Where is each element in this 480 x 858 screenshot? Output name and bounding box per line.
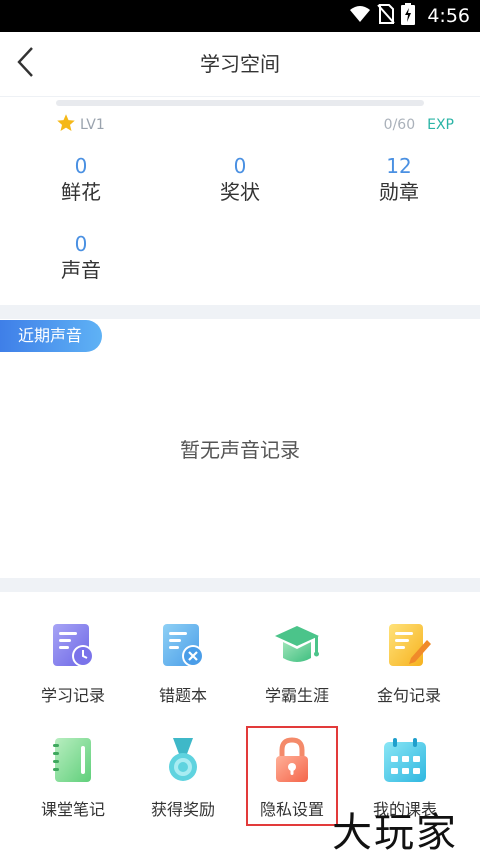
stat-value: 0 <box>74 232 88 256</box>
section-divider <box>0 305 480 319</box>
exp-progress-bar <box>56 100 424 106</box>
study-record-icon <box>49 622 97 670</box>
exp-info: 0/60 EXP <box>384 114 454 136</box>
stat-voices[interactable]: 0 声音 <box>41 231 121 283</box>
highlight-box <box>246 726 338 826</box>
grid-item-label: 学霸生涯 <box>264 686 329 705</box>
stat-value: 12 <box>386 154 412 178</box>
grid-item-label: 错题本 <box>158 686 207 705</box>
level-label: LV1 <box>80 117 105 133</box>
stat-certificates[interactable]: 0 奖状 <box>200 153 280 205</box>
grid-item-label: 课堂笔记 <box>40 800 105 819</box>
stat-flowers[interactable]: 0 鲜花 <box>41 153 121 205</box>
empty-state-text: 暂无声音记录 <box>180 438 300 462</box>
exp-count: 0/60 <box>383 117 416 133</box>
stat-label: 勋章 <box>379 180 419 204</box>
watermark-text: 大玩家 <box>332 810 458 856</box>
status-bar: 4:56 <box>0 0 480 32</box>
stat-label: 鲜花 <box>61 180 101 204</box>
grid-item-top-student-career[interactable]: 学霸生涯 <box>242 622 352 706</box>
quotes-record-icon <box>385 622 433 670</box>
wrong-questions-icon <box>159 622 207 670</box>
stat-label: 声音 <box>61 258 101 282</box>
stat-label: 奖状 <box>220 180 260 204</box>
exp-label: EXP <box>427 117 454 133</box>
wifi-icon <box>349 4 371 28</box>
grid-item-label: 学习记录 <box>40 686 105 705</box>
battery-charging-icon <box>401 3 416 29</box>
navbar: 学习空间 <box>0 32 480 97</box>
grid-item-quotes-record[interactable]: 金句记录 <box>354 622 464 706</box>
stat-value: 0 <box>74 154 88 178</box>
stat-value: 0 <box>233 154 247 178</box>
grid-item-label: 获得奖励 <box>150 800 215 819</box>
grid-item-study-record[interactable]: 学习记录 <box>18 622 128 706</box>
star-icon <box>56 113 76 137</box>
status-time: 4:56 <box>427 5 470 27</box>
grid-item-class-notes[interactable]: 课堂笔记 <box>18 736 128 820</box>
grid-item-label: 金句记录 <box>376 686 441 705</box>
no-sim-icon <box>377 4 396 28</box>
level-badge: LV1 <box>56 114 105 136</box>
graduation-cap-icon <box>273 622 321 670</box>
notebook-icon <box>49 736 97 784</box>
medal-icon <box>159 736 207 784</box>
page-title: 学习空间 <box>200 52 280 76</box>
grid-item-wrong-questions[interactable]: 错题本 <box>128 622 238 706</box>
recent-voices-tab: 近期声音 <box>0 320 102 352</box>
stat-medals[interactable]: 12 勋章 <box>359 153 439 205</box>
grid-item-rewards[interactable]: 获得奖励 <box>128 736 238 820</box>
section-divider <box>0 578 480 592</box>
calendar-icon <box>381 736 429 784</box>
